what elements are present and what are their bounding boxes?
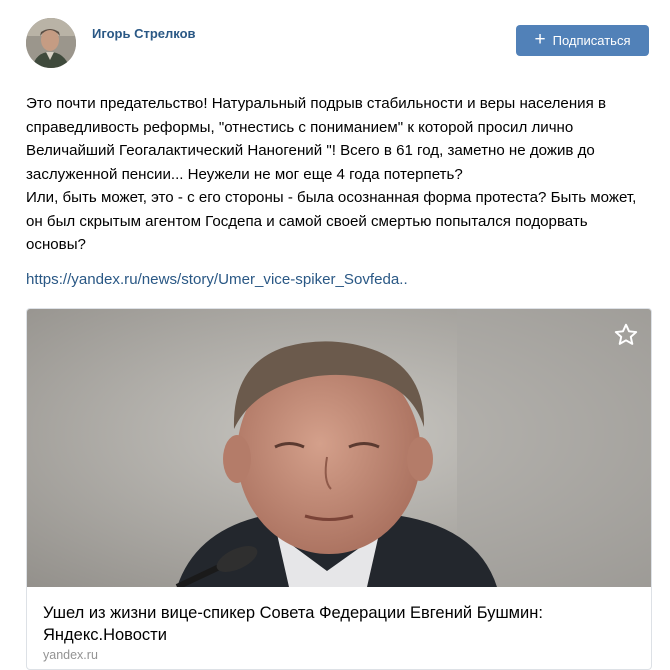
author-avatar[interactable] bbox=[26, 18, 76, 68]
post-text-paragraph: Или, быть может, это - с его стороны - б… bbox=[26, 189, 637, 253]
attachment-domain: yandex.ru bbox=[43, 648, 98, 662]
post: Игорь Стрелков + Подписаться Это почти п… bbox=[0, 0, 670, 670]
subscribe-button-label: Подписаться bbox=[552, 33, 631, 48]
news-photo[interactable] bbox=[27, 309, 651, 587]
post-text-paragraph: Это почти предательство! Натуральный под… bbox=[26, 95, 606, 183]
star-icon[interactable] bbox=[613, 322, 639, 348]
plus-icon: + bbox=[534, 29, 546, 50]
attachment-title-link[interactable]: Ушел из жизни вице-спикер Совета Федерац… bbox=[43, 602, 633, 646]
author-name-link[interactable]: Игорь Стрелков bbox=[92, 26, 196, 41]
avatar-image bbox=[26, 18, 76, 68]
post-text: Это почти предательство! Натуральный под… bbox=[26, 92, 651, 257]
subscribe-button[interactable]: + Подписаться bbox=[516, 25, 649, 56]
post-link[interactable]: https://yandex.ru/news/story/Umer_vice-s… bbox=[26, 271, 408, 288]
link-attachment-card[interactable]: Ушел из жизни вице-спикер Совета Федерац… bbox=[26, 308, 652, 670]
